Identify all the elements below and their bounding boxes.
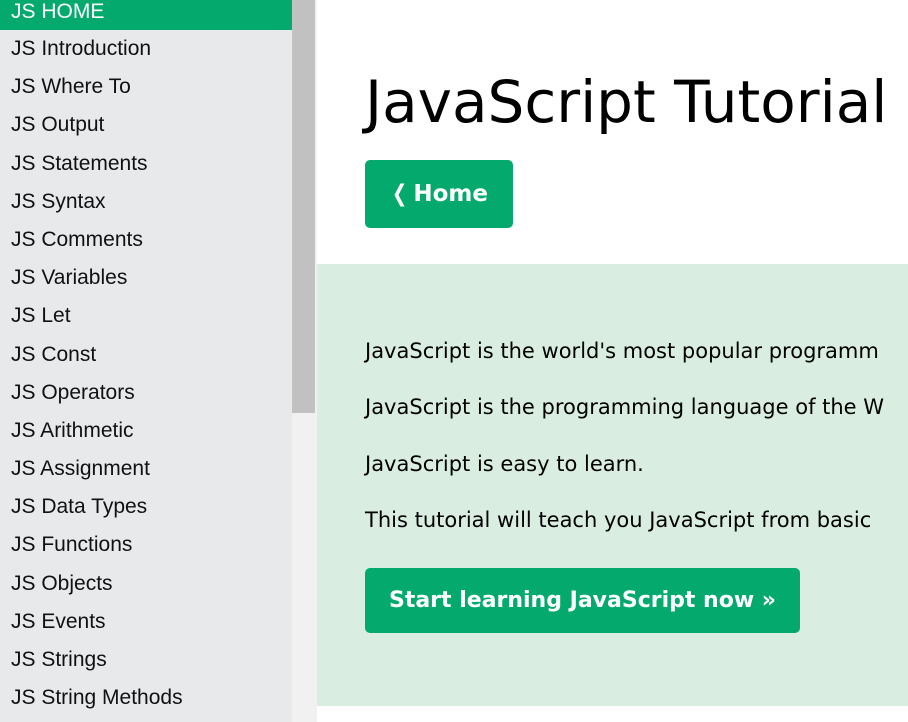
sidebar-item-js-data-types[interactable]: JS Data Types bbox=[0, 488, 292, 526]
intro-line: This tutorial will teach you JavaScript … bbox=[365, 508, 872, 532]
sidebar-scrollbar-track[interactable] bbox=[292, 0, 317, 722]
sidebar-item-js-home[interactable]: JS HOME bbox=[0, 0, 292, 30]
sidebar-item-js-statements[interactable]: JS Statements bbox=[0, 145, 292, 183]
main-content: JavaScript Tutorial ❮ Home JavaScript is… bbox=[317, 0, 908, 722]
sidebar-item-js-operators[interactable]: JS Operators bbox=[0, 374, 292, 412]
sidebar-item-js-functions[interactable]: JS Functions bbox=[0, 526, 292, 564]
sidebar-item-js-strings[interactable]: JS Strings bbox=[0, 641, 292, 679]
intro-line: JavaScript is the programming language o… bbox=[365, 395, 885, 419]
intro-line: JavaScript is easy to learn. bbox=[365, 452, 644, 476]
sidebar-item-js-let[interactable]: JS Let bbox=[0, 297, 292, 335]
intro-panel: JavaScript is the world's most popular p… bbox=[317, 264, 908, 706]
sidebar-nav: JS HOME JS Introduction JS Where To JS O… bbox=[0, 0, 292, 722]
home-button-label: Home bbox=[413, 181, 488, 207]
sidebar-item-js-assignment[interactable]: JS Assignment bbox=[0, 450, 292, 488]
start-learning-button[interactable]: Start learning JavaScript now » bbox=[365, 568, 800, 633]
sidebar-scrollbar-thumb[interactable] bbox=[292, 0, 315, 413]
sidebar-item-js-events[interactable]: JS Events bbox=[0, 603, 292, 641]
sidebar-item-js-output[interactable]: JS Output bbox=[0, 106, 292, 144]
intro-line: JavaScript is the world's most popular p… bbox=[365, 339, 879, 363]
sidebar-item-js-string-methods[interactable]: JS String Methods bbox=[0, 679, 292, 717]
sidebar-item-js-where-to[interactable]: JS Where To bbox=[0, 68, 292, 106]
sidebar-item-js-objects[interactable]: JS Objects bbox=[0, 565, 292, 603]
chevron-left-icon: ❮ bbox=[391, 181, 408, 207]
sidebar-item-js-introduction[interactable]: JS Introduction bbox=[0, 30, 292, 68]
sidebar-item-js-variables[interactable]: JS Variables bbox=[0, 259, 292, 297]
home-button[interactable]: ❮ Home bbox=[365, 160, 513, 228]
sidebar-item-js-const[interactable]: JS Const bbox=[0, 336, 292, 374]
page-title: JavaScript Tutorial bbox=[365, 68, 888, 136]
sidebar-item-js-syntax[interactable]: JS Syntax bbox=[0, 183, 292, 221]
sidebar-item-js-comments[interactable]: JS Comments bbox=[0, 221, 292, 259]
sidebar-item-js-arithmetic[interactable]: JS Arithmetic bbox=[0, 412, 292, 450]
